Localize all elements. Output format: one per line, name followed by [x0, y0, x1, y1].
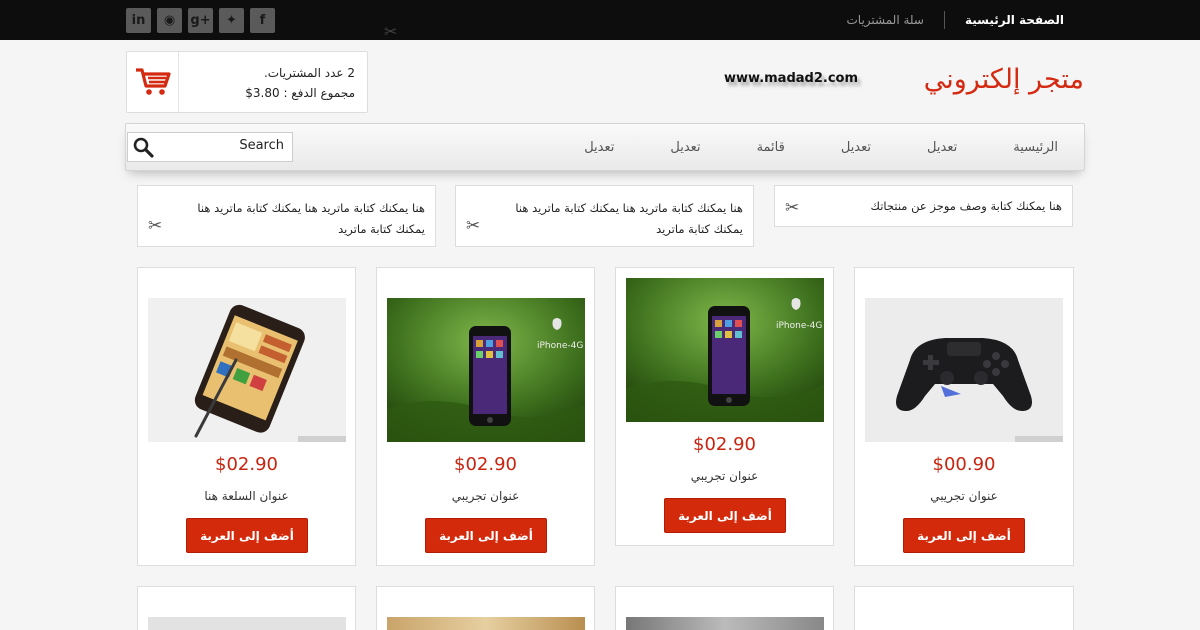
svg-text:iPhone-4G: iPhone-4G [776, 321, 822, 331]
site-url[interactable]: www.madad2.com [724, 71, 858, 86]
widget-text: هنا يمكنك كتابة وصف موجز عن منتجاتك [870, 199, 1062, 213]
nav-item-edit-2[interactable]: تعديل [841, 140, 871, 155]
linkedin-icon[interactable]: in [126, 8, 151, 33]
product-image[interactable] [626, 617, 824, 630]
product-image[interactable] [387, 617, 585, 630]
product-price: $02.90 [215, 454, 278, 475]
twitter-icon[interactable]: ✦ [219, 8, 244, 33]
add-to-cart-button[interactable]: أضف إلى العربة [186, 518, 308, 553]
shopping-cart-icon [127, 52, 179, 112]
top-nav-divider [943, 11, 945, 29]
nav-item-edit-3[interactable]: تعديل [670, 140, 700, 155]
widget-text: هنا يمكنك كتابة ماتريد هنا يمكنك كتابة م… [197, 201, 425, 236]
product-title[interactable]: عنوان تجريبي [616, 469, 833, 483]
widget-text-block: هنا يمكنك كتابة ماتريد هنا يمكنك كتابة م… [455, 185, 754, 247]
tools-icon[interactable]: ✂ [148, 216, 162, 236]
top-bar: in ◉ g+ ✦ f الصفحة الرئيسية سلة المشتريا… [0, 0, 1200, 40]
product-title[interactable]: عنوان تجريبي [377, 489, 594, 503]
nav-item-home[interactable]: الرئيسية [1013, 140, 1058, 155]
product-title[interactable]: عنوان السلعة هنا [138, 489, 355, 503]
google-plus-icon[interactable]: g+ [188, 8, 213, 33]
tools-icon[interactable]: ✂ [384, 22, 397, 41]
top-nav-home-link[interactable]: الصفحة الرئيسية [945, 13, 1064, 27]
top-nav-cart-link[interactable]: سلة المشتريات [846, 13, 923, 27]
product-title[interactable]: عنوان تجريبي [855, 489, 1073, 503]
search-input[interactable] [164, 138, 284, 153]
search-icon[interactable] [132, 136, 154, 162]
product-card [615, 586, 834, 630]
product-image[interactable]: iPhone-4G [626, 278, 824, 422]
tools-icon[interactable]: ✂ [466, 216, 480, 236]
svg-text:iPhone-4G: iPhone-4G [537, 341, 583, 351]
widget-text-block: هنا يمكنك كتابة ماتريد هنا يمكنك كتابة م… [137, 185, 436, 247]
product-image[interactable] [148, 617, 346, 630]
widget-description: هنا يمكنك كتابة وصف موجز عن منتجاتك ✂ [774, 185, 1073, 227]
product-price: $02.90 [454, 454, 517, 475]
product-card: iPhone-4G $02.90 عنوان تجريبي أضف إلى ال… [615, 267, 834, 546]
add-to-cart-button[interactable]: أضف إلى العربة [425, 518, 547, 553]
site-title[interactable]: متجر إلكتروني [924, 64, 1084, 95]
product-image[interactable] [865, 617, 1063, 630]
cart-count: 2 عدد المشتريات. [263, 66, 355, 80]
product-price: $02.90 [693, 434, 756, 455]
cart-summary[interactable]: 2 عدد المشتريات. مجموع الدفع : 3.80$ [126, 51, 368, 113]
product-card: $00.90 عنوان تجريبي أضف إلى العربة [854, 267, 1074, 566]
main-nav: الرئيسية تعديل تعديل قائمة تعديل تعديل [125, 123, 1085, 171]
add-to-cart-button[interactable]: أضف إلى العربة [903, 518, 1025, 553]
product-image[interactable] [865, 298, 1063, 442]
cart-total: مجموع الدفع : 3.80$ [245, 86, 355, 100]
product-price: $00.90 [932, 454, 996, 475]
search-box [127, 132, 293, 162]
rss-icon[interactable]: ◉ [157, 8, 182, 33]
tools-icon[interactable]: ✂ [785, 198, 799, 218]
nav-item-edit-4[interactable]: تعديل [584, 140, 614, 155]
nav-menu: الرئيسية تعديل تعديل قائمة تعديل تعديل [584, 124, 1058, 170]
product-card [854, 586, 1074, 630]
add-to-cart-button[interactable]: أضف إلى العربة [664, 498, 786, 533]
product-image[interactable] [148, 298, 346, 442]
product-card [376, 586, 595, 630]
nav-item-edit-1[interactable]: تعديل [927, 140, 957, 155]
product-card: iPhone-4G $02.90 عنوان تجريبي أضف إلى ال… [376, 267, 595, 566]
widget-text: هنا يمكنك كتابة ماتريد هنا يمكنك كتابة م… [515, 201, 743, 236]
nav-item-menu[interactable]: قائمة [757, 140, 785, 155]
facebook-icon[interactable]: f [250, 8, 275, 33]
product-image[interactable]: iPhone-4G [387, 298, 585, 442]
top-nav: الصفحة الرئيسية سلة المشتريات [846, 0, 1064, 40]
product-card: $02.90 عنوان السلعة هنا أضف إلى العربة [137, 267, 356, 566]
product-card [137, 586, 356, 630]
social-links: in ◉ g+ ✦ f [126, 8, 275, 33]
